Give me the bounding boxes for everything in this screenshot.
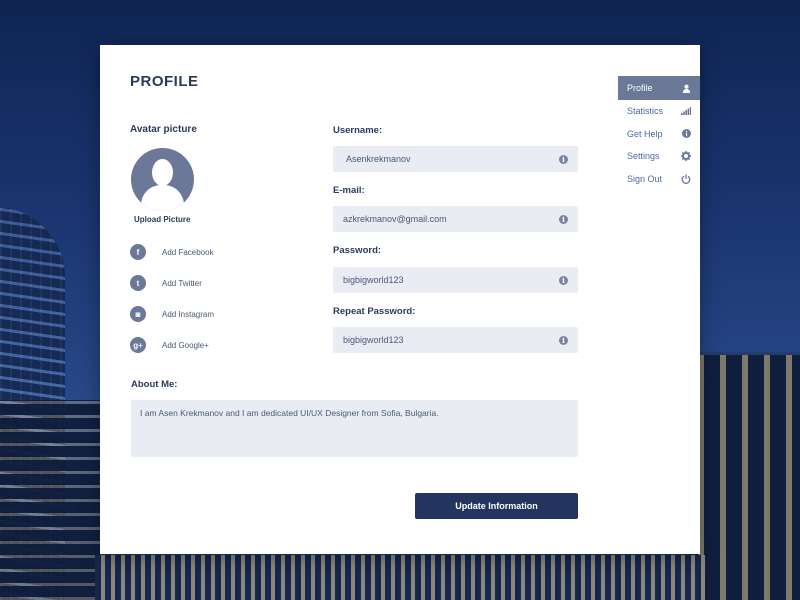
update-information-button[interactable]: Update Information	[415, 493, 578, 519]
about-me-textarea[interactable]: I am Asen Krekmanov and I am dedicated U…	[131, 400, 578, 457]
menu-item-statistics[interactable]: Statistics	[618, 100, 700, 123]
user-icon	[681, 83, 691, 93]
background-building-left-lower	[0, 400, 100, 600]
avatar-head-shape	[152, 159, 173, 186]
twitter-icon: t	[130, 275, 146, 291]
menu-item-profile[interactable]: Profile	[618, 76, 700, 100]
password-info-icon[interactable]: i	[559, 275, 568, 285]
info-icon	[681, 129, 691, 139]
instagram-icon: ◙	[130, 306, 146, 322]
username-label: Username:	[333, 125, 383, 136]
background-building-right	[690, 355, 800, 600]
power-icon	[681, 174, 691, 184]
email-info-icon[interactable]: i	[559, 214, 568, 224]
page-title: PROFILE	[130, 73, 199, 90]
avatar-label: Avatar picture	[130, 124, 197, 135]
menu-item-sign-out[interactable]: Sign Out	[618, 168, 700, 191]
add-instagram-label: Add Instagram	[162, 309, 215, 319]
background-building-bottom	[95, 555, 705, 600]
add-google-plus-label: Add Google+	[162, 340, 209, 350]
add-twitter-link[interactable]: t Add Twitter	[130, 275, 202, 291]
menu-item-settings[interactable]: Settings	[618, 145, 700, 168]
add-instagram-link[interactable]: ◙ Add Instagram	[130, 306, 214, 322]
facebook-icon: f	[130, 244, 146, 260]
add-twitter-label: Add Twitter	[162, 278, 202, 288]
upload-picture-link[interactable]: Upload Picture	[134, 215, 190, 224]
menu-item-label: Settings	[627, 151, 660, 162]
side-menu: Profile Statistics Get Help Settings Sig…	[618, 76, 700, 190]
google-plus-icon: g+	[130, 337, 146, 353]
gear-icon	[681, 151, 691, 162]
add-google-plus-link[interactable]: g+ Add Google+	[130, 337, 209, 353]
email-field[interactable]: i	[333, 206, 578, 232]
password-input[interactable]	[343, 275, 559, 285]
repeat-password-field[interactable]: i	[333, 327, 578, 353]
avatar-body-shape	[141, 185, 184, 211]
menu-item-label: Profile	[627, 83, 653, 93]
repeat-password-label: Repeat Password:	[333, 306, 416, 317]
about-me-label: About Me:	[131, 379, 178, 390]
password-field[interactable]: i	[333, 267, 578, 293]
bars-icon	[681, 106, 691, 116]
menu-item-label: Sign Out	[627, 173, 663, 184]
password-label: Password:	[333, 245, 382, 256]
profile-card: PROFILE Avatar picture Upload Picture f …	[100, 45, 700, 554]
repeat-password-info-icon[interactable]: i	[559, 335, 568, 345]
email-input[interactable]	[343, 214, 559, 224]
email-label: E-mail:	[333, 185, 365, 196]
avatar[interactable]	[131, 148, 194, 211]
add-facebook-label: Add Facebook	[162, 247, 214, 257]
username-info-icon[interactable]: i	[559, 154, 568, 164]
menu-item-get-help[interactable]: Get Help	[618, 123, 700, 146]
username-input[interactable]	[343, 154, 559, 164]
username-field[interactable]: i	[333, 146, 578, 172]
menu-item-label: Get Help	[627, 128, 663, 139]
menu-item-label: Statistics	[627, 106, 664, 117]
repeat-password-input[interactable]	[343, 335, 559, 345]
add-facebook-link[interactable]: f Add Facebook	[130, 244, 214, 260]
